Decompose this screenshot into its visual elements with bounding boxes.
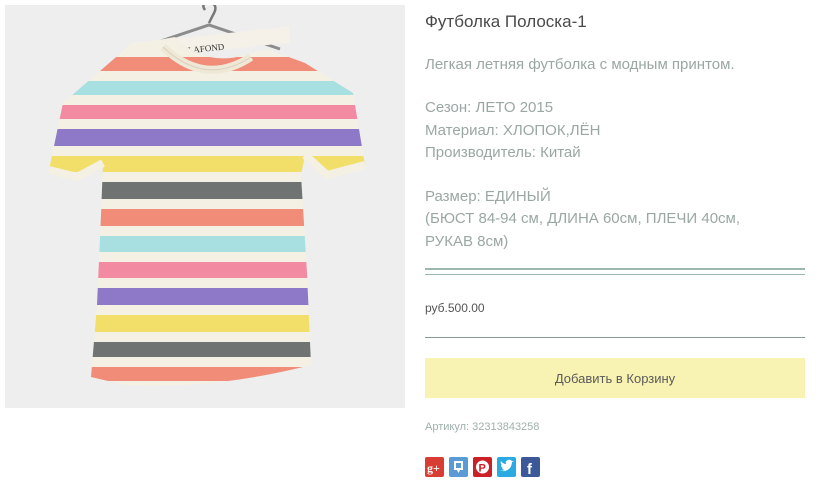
- odnoklassniki-icon[interactable]: [449, 457, 468, 477]
- google-plus-icon[interactable]: g+: [425, 457, 444, 477]
- product-title: Футболка Полоска-1: [425, 12, 587, 31]
- facebook-icon[interactable]: f: [521, 457, 540, 477]
- svg-text:f: f: [527, 461, 533, 477]
- spec-manufacturer: Производитель: Китай: [425, 144, 581, 161]
- product-specs: Сезон: ЛЕТО 2015 Материал: ХЛОПОК,ЛЁН Пр…: [425, 97, 805, 253]
- divider: [425, 337, 805, 338]
- divider: [425, 268, 805, 275]
- spec-season: Сезон: ЛЕТО 2015: [425, 99, 554, 116]
- striped-tshirt-image: BERNARD LAFOND: [5, 5, 405, 408]
- product-image[interactable]: BERNARD LAFOND: [5, 5, 405, 408]
- product-price: руб.500.00: [425, 301, 485, 315]
- twitter-icon[interactable]: [497, 457, 516, 477]
- share-buttons: g+ P f: [425, 457, 540, 477]
- product-description: Легкая летняя футболка с модным принтом.: [425, 56, 735, 73]
- svg-text:P: P: [479, 463, 486, 475]
- pinterest-icon[interactable]: P: [473, 457, 492, 477]
- svg-text:g+: g+: [427, 461, 440, 475]
- spec-material: Материал: ХЛОПОК,ЛЁН: [425, 121, 601, 139]
- spec-size: Размер: ЕДИНЫЙ: [425, 187, 551, 205]
- product-sku: Артикул: 32313843258: [425, 421, 540, 433]
- spec-dimensions-line1: (БЮСТ 84-94 см, ДЛИНА 60см, ПЛЕЧИ 40см,: [425, 210, 741, 227]
- spec-dimensions-line2: РУКАВ 8см): [425, 232, 509, 250]
- add-to-cart-button[interactable]: Добавить в Корзину: [425, 358, 805, 398]
